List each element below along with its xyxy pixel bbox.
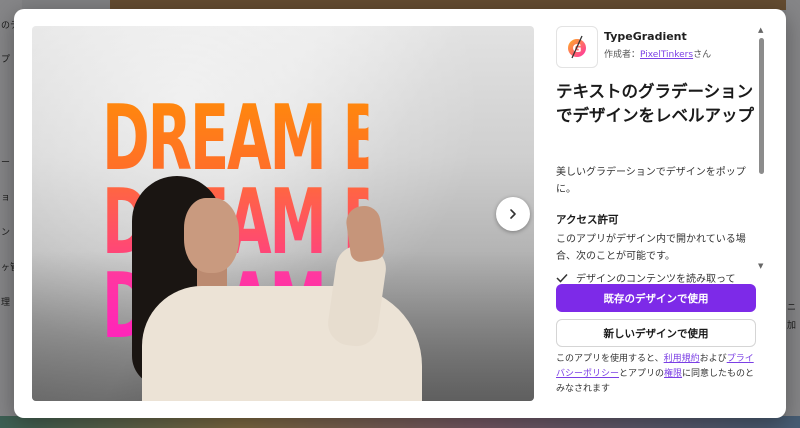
woman-face (184, 198, 239, 273)
scroll-down-icon[interactable]: ▼ (758, 262, 763, 270)
terms-notice: このアプリを使用すると、利用規約およびプライバシーポリシーとアプリの権限に同意し… (556, 352, 761, 397)
use-in-existing-design-button[interactable]: 既存のデザインで使用 (556, 284, 756, 312)
author-suffix: さん (693, 50, 712, 60)
author-prefix: 作成者： (604, 50, 641, 60)
use-in-new-design-button[interactable]: 新しいデザインで使用 (556, 319, 756, 347)
permissions-heading: アクセス許可 (556, 214, 619, 226)
permissions-description: このアプリがデザイン内で開かれている場合、次のことが可能です。 (556, 234, 746, 262)
app-header: G TypeGradient 作成者：PixelTinkersさん (556, 26, 764, 68)
checkmark-icon (556, 273, 568, 283)
app-details-modal: DREAM BIG DREAM BIG DREAM BIG (14, 9, 786, 418)
scroll-up-icon[interactable]: ▲ (758, 26, 763, 34)
terms-text: および (699, 354, 727, 364)
app-author: 作成者：PixelTinkersさん (604, 47, 711, 60)
preview-woman (132, 176, 432, 401)
panel-scrollbar[interactable]: ▲ ▼ (758, 26, 766, 276)
app-preview-image: DREAM BIG DREAM BIG DREAM BIG (32, 26, 534, 401)
next-preview-button[interactable] (496, 197, 530, 231)
scrollbar-thumb[interactable] (759, 38, 764, 174)
app-name: TypeGradient (604, 30, 687, 43)
permission-item: デザインのコンテンツを読み取って (556, 270, 756, 285)
app-title: テキストのグラデーションでデザインをレベルアップ (556, 82, 754, 125)
permission-item-label: デザインのコンテンツを読み取って (576, 274, 736, 285)
typegradient-logo-icon: G (556, 26, 598, 68)
terms-of-use-link[interactable]: 利用規約 (664, 354, 700, 364)
terms-text: このアプリを使用すると、 (556, 354, 664, 364)
author-link[interactable]: PixelTinkers (640, 50, 693, 60)
permissions-link[interactable]: 権限 (664, 369, 682, 379)
chevron-right-icon (510, 209, 516, 219)
app-info-panel: G TypeGradient 作成者：PixelTinkersさん テキストのグ… (556, 26, 764, 410)
app-description: 美しいグラデーションでデザインをポップに。 (556, 167, 746, 195)
woman-hand (344, 203, 386, 264)
terms-text: とアプリの (619, 369, 665, 379)
